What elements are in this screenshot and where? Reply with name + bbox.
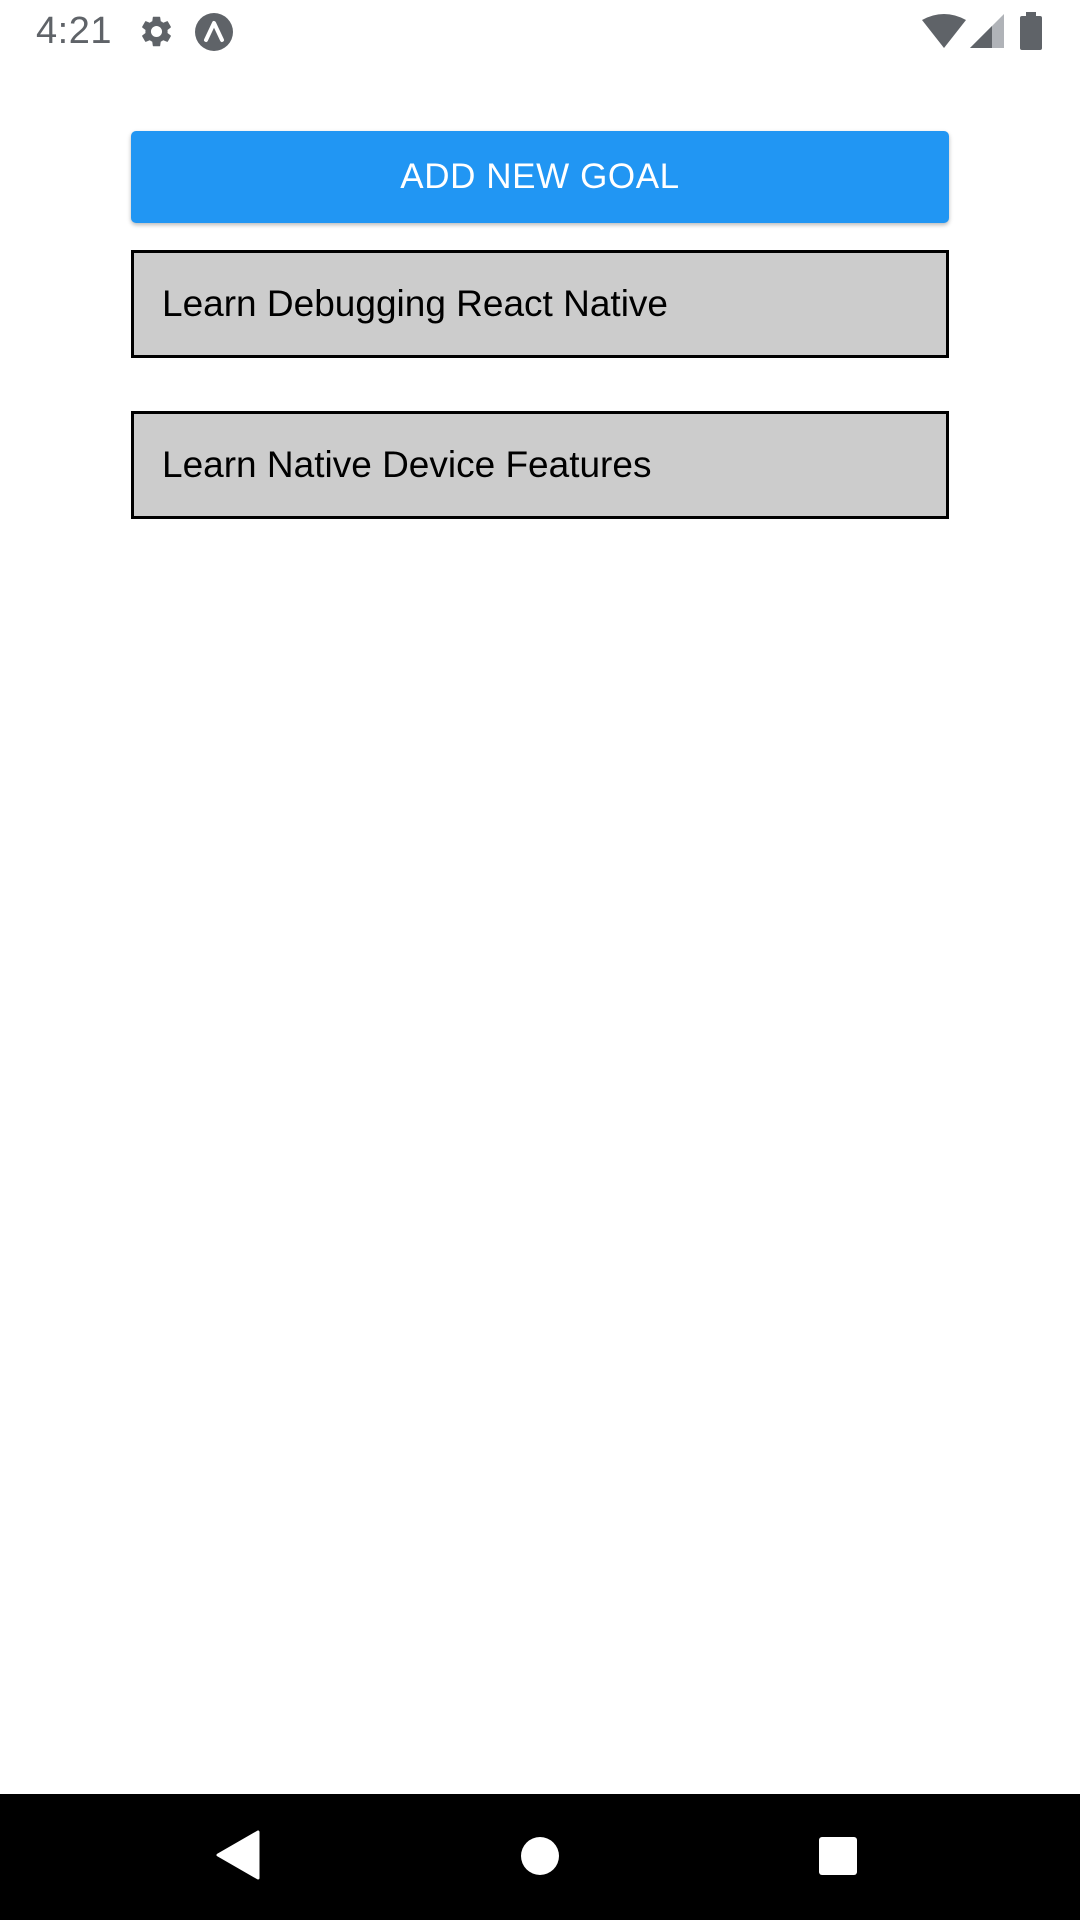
back-icon[interactable] bbox=[214, 1830, 260, 1880]
status-time: 4:21 bbox=[36, 10, 112, 52]
expo-icon bbox=[195, 13, 233, 51]
goal-item-text: Learn Debugging React Native bbox=[162, 283, 668, 324]
cell-signal-icon bbox=[970, 14, 1004, 48]
wifi-icon bbox=[922, 14, 966, 48]
status-bar: 4:21 bbox=[0, 0, 1080, 63]
goal-item-text: Learn Native Device Features bbox=[162, 444, 652, 485]
home-icon[interactable] bbox=[518, 1834, 562, 1878]
goal-item[interactable]: Learn Debugging React Native bbox=[131, 250, 949, 358]
gear-icon bbox=[142, 16, 171, 47]
goal-item[interactable]: Learn Native Device Features bbox=[131, 411, 949, 519]
battery-icon bbox=[1020, 12, 1042, 50]
add-new-goal-button[interactable]: ADD NEW GOAL bbox=[131, 131, 949, 223]
recents-icon[interactable] bbox=[816, 1834, 860, 1878]
navigation-bar bbox=[0, 1794, 1080, 1920]
goal-list: Learn Debugging React Native Learn Nativ… bbox=[131, 250, 949, 572]
